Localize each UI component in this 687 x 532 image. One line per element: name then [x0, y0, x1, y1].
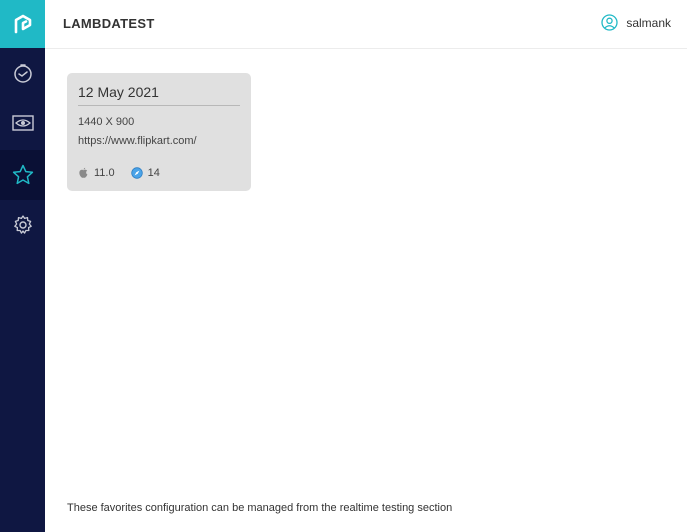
- user-menu[interactable]: salmank: [601, 14, 671, 31]
- sidebar: [0, 0, 45, 532]
- sidebar-item-settings[interactable]: [0, 200, 45, 250]
- browser-info: 14: [130, 167, 160, 179]
- footer-note: These favorites configuration can be man…: [67, 502, 453, 514]
- eye-screen-icon: [11, 115, 34, 131]
- sidebar-item-realtime[interactable]: [0, 48, 45, 98]
- favorite-card[interactable]: 12 May 2021 1440 X 900 https://www.flipk…: [67, 73, 251, 191]
- username: salmank: [626, 15, 671, 30]
- stopwatch-icon: [13, 64, 32, 83]
- lambdatest-logo-icon: [14, 14, 31, 34]
- favorite-date: 12 May 2021: [78, 84, 159, 100]
- os-info: 11.0: [78, 167, 115, 179]
- favorite-url: https://www.flipkart.com/: [78, 135, 197, 147]
- apple-icon: [79, 167, 88, 178]
- browser-version: 14: [147, 167, 160, 179]
- brand-title: LAMBDATEST: [63, 16, 155, 31]
- sidebar-item-favorites[interactable]: [0, 150, 45, 200]
- star-icon: [12, 164, 33, 185]
- card-divider: [78, 105, 240, 106]
- user-avatar-icon: [601, 14, 618, 31]
- lambdatest-logo[interactable]: [0, 0, 45, 48]
- top-bar: LAMBDATEST salmank: [45, 0, 687, 49]
- safari-icon: [130, 167, 143, 179]
- favorite-config: 11.0 14: [78, 167, 176, 179]
- os-version: 11.0: [94, 167, 115, 179]
- gear-icon: [13, 215, 32, 234]
- sidebar-item-visual[interactable]: [0, 98, 45, 148]
- favorite-resolution: 1440 X 900: [78, 116, 135, 128]
